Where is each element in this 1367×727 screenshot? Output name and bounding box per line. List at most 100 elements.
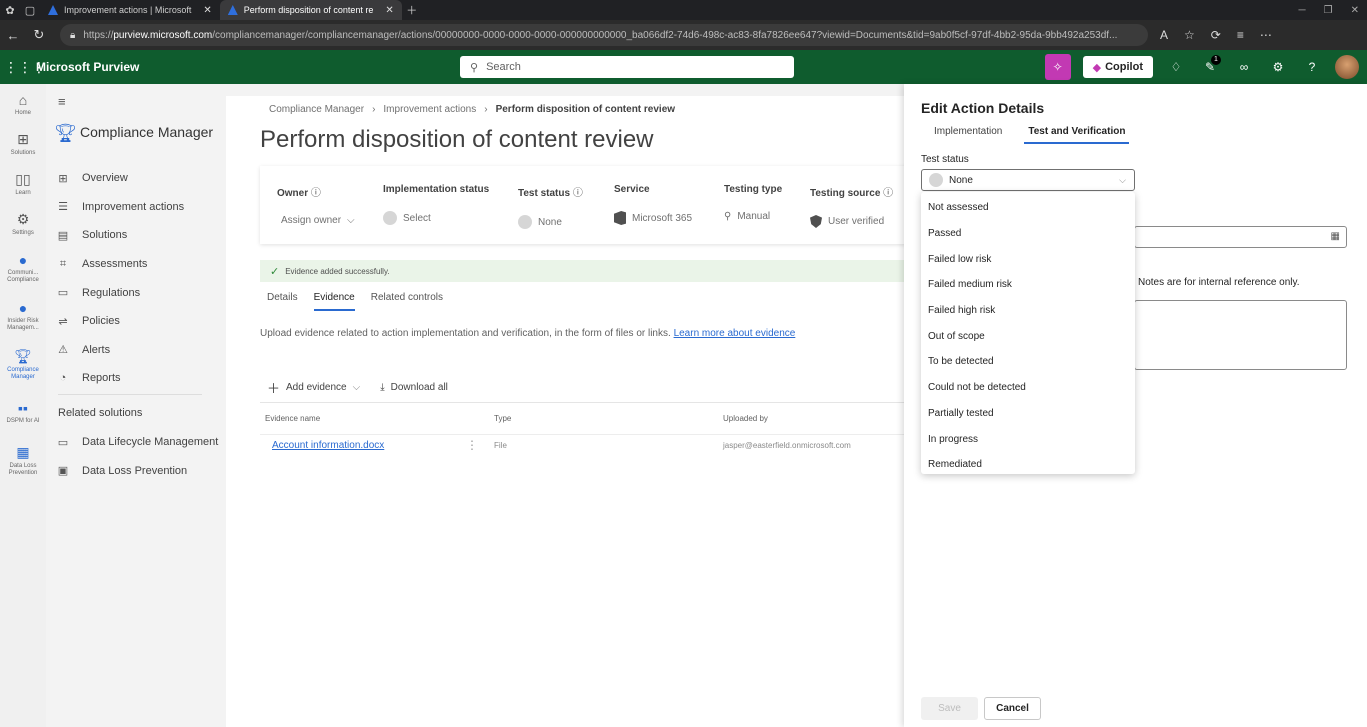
- tab-evidence[interactable]: Evidence: [313, 292, 355, 311]
- tab-implementation[interactable]: Implementation: [934, 126, 1002, 144]
- option-could-not-be-detected[interactable]: Could not be detected: [921, 375, 1135, 401]
- tab-close-icon[interactable]: ✕: [385, 5, 393, 16]
- action-summary-card: Owner ⓘ Assign owner ⌵ Implementation sta…: [260, 166, 910, 244]
- nav-item-improvement-actions[interactable]: ☰ Improvement actions: [56, 193, 216, 222]
- breadcrumb-link[interactable]: Compliance Manager: [269, 104, 364, 115]
- new-tab-icon[interactable]: ＋: [402, 0, 422, 20]
- notes-hint: Notes are for internal reference only.: [1138, 277, 1300, 288]
- tab-related-controls[interactable]: Related controls: [371, 292, 443, 311]
- collections-icon[interactable]: ≡: [1237, 28, 1244, 42]
- evidence-file-link[interactable]: Account information.docx: [272, 440, 384, 451]
- rail-item-settings[interactable]: ⚙ Settings: [0, 204, 46, 244]
- tab-close-icon[interactable]: ✕: [203, 5, 211, 16]
- column-header-uploaded-by[interactable]: Uploaded by: [723, 414, 768, 423]
- rail-item-compliance-manager[interactable]: 🏆︎ Compliance Manager: [0, 340, 46, 388]
- copilot-button[interactable]: ◆ Copilot: [1082, 56, 1153, 78]
- nav-item-dlp[interactable]: ▣ Data Loss Prevention: [56, 457, 226, 486]
- tab-test-and-verification[interactable]: Test and Verification: [1024, 126, 1130, 144]
- option-passed[interactable]: Passed: [921, 221, 1135, 247]
- rail-item-learn[interactable]: ▯▯ Learn: [0, 164, 46, 204]
- info-icon[interactable]: ⓘ: [311, 188, 321, 199]
- service-value: Microsoft 365: [614, 211, 692, 225]
- rail-item-solutions[interactable]: ⊞ Solutions: [0, 124, 46, 164]
- nav-item-alerts[interactable]: ⚠ Alerts: [56, 336, 216, 365]
- testing-source-heading: Testing source ⓘ: [810, 188, 894, 199]
- notifications-bell-icon[interactable]: ♢: [1165, 60, 1187, 74]
- option-failed-medium-risk[interactable]: Failed medium risk: [921, 272, 1135, 298]
- rail-item-insider-risk[interactable]: ● Insider Risk Managem...: [0, 292, 46, 340]
- nav-item-solutions[interactable]: ▤ Solutions: [56, 221, 216, 250]
- extensions-icon[interactable]: ⟳: [1211, 28, 1221, 42]
- lock-icon: 🔒︎: [70, 29, 76, 41]
- option-remediated[interactable]: Remediated: [921, 452, 1135, 478]
- breadcrumb-link[interactable]: Improvement actions: [383, 104, 476, 115]
- chat-icon: ●: [18, 252, 28, 268]
- hamburger-icon[interactable]: ≡: [58, 94, 66, 109]
- help-icon[interactable]: ?: [1301, 60, 1323, 74]
- column-header-type[interactable]: Type: [494, 414, 511, 423]
- back-icon[interactable]: ←: [0, 28, 26, 43]
- read-aloud-icon[interactable]: A: [1160, 28, 1168, 42]
- app-launcher-icon[interactable]: ⋮⋮⋮: [4, 59, 46, 76]
- option-out-of-scope[interactable]: Out of scope: [921, 323, 1135, 349]
- nav-item-assessments[interactable]: ⌗ Assessments: [56, 250, 216, 279]
- option-in-progress[interactable]: In progress: [921, 426, 1135, 452]
- announcements-icon[interactable]: ✎ 1: [1199, 55, 1221, 74]
- nav-item-data-lifecycle[interactable]: ▭ Data Lifecycle Management: [56, 428, 226, 457]
- add-evidence-button[interactable]: ＋ Add evidence ⌵: [267, 378, 360, 397]
- option-failed-low-risk[interactable]: Failed low risk: [921, 246, 1135, 272]
- learn-more-link[interactable]: Learn more about evidence: [674, 328, 796, 339]
- related-solutions-heading: Related solutions: [58, 407, 143, 419]
- rail-item-dlp[interactable]: ▦ Data Loss Prevention: [0, 436, 46, 484]
- nav-item-regulations[interactable]: ▭ Regulations: [56, 278, 216, 307]
- notes-textarea[interactable]: [1134, 300, 1347, 370]
- connect-icon[interactable]: ∞: [1233, 60, 1255, 74]
- info-icon[interactable]: ⓘ: [573, 188, 583, 199]
- upload-text: Upload evidence related to action implem…: [260, 328, 671, 339]
- nav-item-overview[interactable]: ⊞ Overview: [56, 164, 216, 193]
- favorites-star-icon[interactable]: ☆: [1184, 28, 1195, 42]
- close-window-icon[interactable]: ✕: [1351, 5, 1359, 16]
- save-button[interactable]: Save: [921, 697, 978, 720]
- date-field[interactable]: ▦: [1134, 226, 1347, 248]
- nav-item-reports[interactable]: ◔ Reports: [56, 364, 216, 393]
- url-prefix: https://: [83, 29, 114, 41]
- rail-item-communication-compliance[interactable]: ● Communi... Compliance: [0, 244, 46, 292]
- test-status-dropdown[interactable]: None ⌵: [921, 169, 1135, 191]
- download-all-button[interactable]: ⤓ Download all: [380, 378, 448, 397]
- refresh-icon[interactable]: ↻: [26, 27, 52, 43]
- option-partially-tested[interactable]: Partially tested: [921, 401, 1135, 427]
- tab-actions-icon[interactable]: ▢: [20, 0, 40, 20]
- implementation-status-select[interactable]: Select: [383, 211, 489, 225]
- security-copilot-button[interactable]: ✧: [1044, 54, 1071, 80]
- column-header-evidence-name[interactable]: Evidence name: [265, 414, 320, 423]
- tab-details[interactable]: Details: [267, 292, 298, 311]
- restore-icon[interactable]: ❐: [1324, 5, 1333, 16]
- info-icon[interactable]: ⓘ: [883, 188, 893, 199]
- person-icon: ⚲: [724, 211, 732, 222]
- more-options-icon[interactable]: ⋮: [466, 438, 478, 452]
- url-field[interactable]: 🔒︎ https://purview.microsoft.com/complia…: [60, 24, 1148, 46]
- purview-favicon-icon: [227, 5, 238, 15]
- option-to-be-detected[interactable]: To be detected: [921, 349, 1135, 375]
- assign-owner-dropdown[interactable]: Assign owner ⌵: [281, 215, 355, 226]
- nav-item-policies[interactable]: ⇌ Policies: [56, 307, 216, 336]
- more-icon[interactable]: ⋯: [1260, 28, 1272, 42]
- option-failed-high-risk[interactable]: Failed high risk: [921, 298, 1135, 324]
- option-not-assessed[interactable]: Not assessed: [921, 195, 1135, 221]
- minimize-icon[interactable]: ─: [1299, 5, 1306, 16]
- browser-tab-2[interactable]: Perform disposition of content re ✕: [219, 0, 402, 20]
- dlp-icon: ▣: [57, 465, 69, 478]
- owner-heading: Owner ⓘ: [277, 188, 321, 199]
- avatar[interactable]: [1335, 55, 1359, 79]
- search-input[interactable]: ⚲ Search: [460, 56, 794, 78]
- settings-gear-icon[interactable]: ⚙: [1267, 60, 1289, 74]
- rail-item-home[interactable]: ⌂ Home: [0, 84, 46, 124]
- main-content: Compliance Manager › Improvement actions…: [226, 96, 910, 727]
- panel-tabs: Implementation Test and Verification: [934, 126, 1130, 144]
- browser-profile-icon[interactable]: ✿: [0, 0, 20, 20]
- rail-item-dspm[interactable]: ▪▪ DSPM for AI: [0, 388, 46, 436]
- browser-tab-1[interactable]: Improvement actions | Microsoft ✕: [40, 0, 220, 20]
- cancel-button[interactable]: Cancel: [984, 697, 1041, 720]
- calendar-icon[interactable]: ▦: [1331, 231, 1340, 242]
